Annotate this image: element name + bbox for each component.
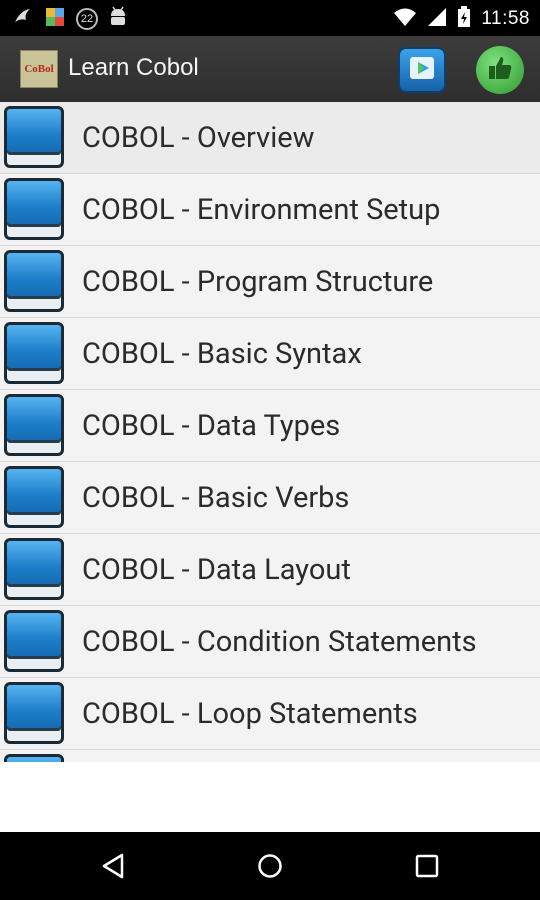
list-item[interactable]: COBOL - Program Structure [0, 246, 540, 318]
status-bar: 22 11:58 [0, 0, 540, 36]
book-icon [4, 394, 64, 456]
list-item[interactable]: COBOL - Basic Verbs [0, 462, 540, 534]
book-icon [4, 682, 64, 744]
action-bar: CoBol Learn Cobol [0, 36, 540, 103]
book-icon [4, 322, 64, 384]
list-item[interactable]: COBOL - Condition Statements [0, 606, 540, 678]
list-item-label: COBOL - Condition Statements [82, 625, 477, 659]
recents-icon[interactable] [411, 850, 443, 882]
list-item-label: COBOL - Environment Setup [82, 193, 441, 227]
book-icon [4, 106, 64, 168]
notification-count-badge: 22 [76, 8, 98, 30]
book-icon [4, 250, 64, 312]
book-icon [4, 466, 64, 528]
back-icon[interactable] [98, 850, 130, 882]
list-item-label: COBOL - Data Types [82, 409, 341, 443]
signal-icon [427, 7, 447, 31]
battery-icon [457, 6, 471, 32]
list-item-label: COBOL - Overview [82, 121, 315, 155]
messenger-icon [12, 6, 34, 32]
status-time: 11:58 [481, 8, 530, 29]
play-store-icon [407, 53, 437, 87]
list-item-label: COBOL - Data Layout [82, 553, 351, 587]
navigation-bar [0, 832, 540, 900]
list-item[interactable]: COBOL - Basic Syntax [0, 318, 540, 390]
play-store-button[interactable] [398, 47, 446, 93]
list-item-label: COBOL - Basic Verbs [82, 481, 350, 515]
list-item-label: COBOL - Basic Syntax [82, 337, 362, 371]
list-item[interactable]: COBOL - Overview [0, 102, 540, 174]
list-item[interactable]: COBOL - Data Types [0, 390, 540, 462]
topic-list: COBOL - Overview COBOL - Environment Set… [0, 102, 540, 762]
list-item[interactable] [0, 750, 540, 762]
empty-area [0, 762, 540, 832]
like-button[interactable] [476, 46, 524, 94]
photo-app-icon [44, 6, 66, 32]
book-icon [4, 610, 64, 672]
list-item-label: COBOL - Loop Statements [82, 697, 418, 731]
list-item[interactable]: COBOL - Data Layout [0, 534, 540, 606]
page-title: Learn Cobol [68, 54, 199, 81]
android-debug-icon [108, 6, 128, 32]
thumbs-up-icon [486, 54, 514, 86]
book-icon [4, 538, 64, 600]
book-icon [4, 754, 64, 762]
wifi-icon [393, 7, 417, 31]
app-logo: CoBol [20, 50, 58, 88]
home-icon[interactable] [254, 850, 286, 882]
app-logo-text: CoBol [24, 63, 54, 75]
list-item[interactable]: COBOL - Loop Statements [0, 678, 540, 750]
list-item-label: COBOL - Program Structure [82, 265, 434, 299]
book-icon [4, 178, 64, 240]
list-item[interactable]: COBOL - Environment Setup [0, 174, 540, 246]
